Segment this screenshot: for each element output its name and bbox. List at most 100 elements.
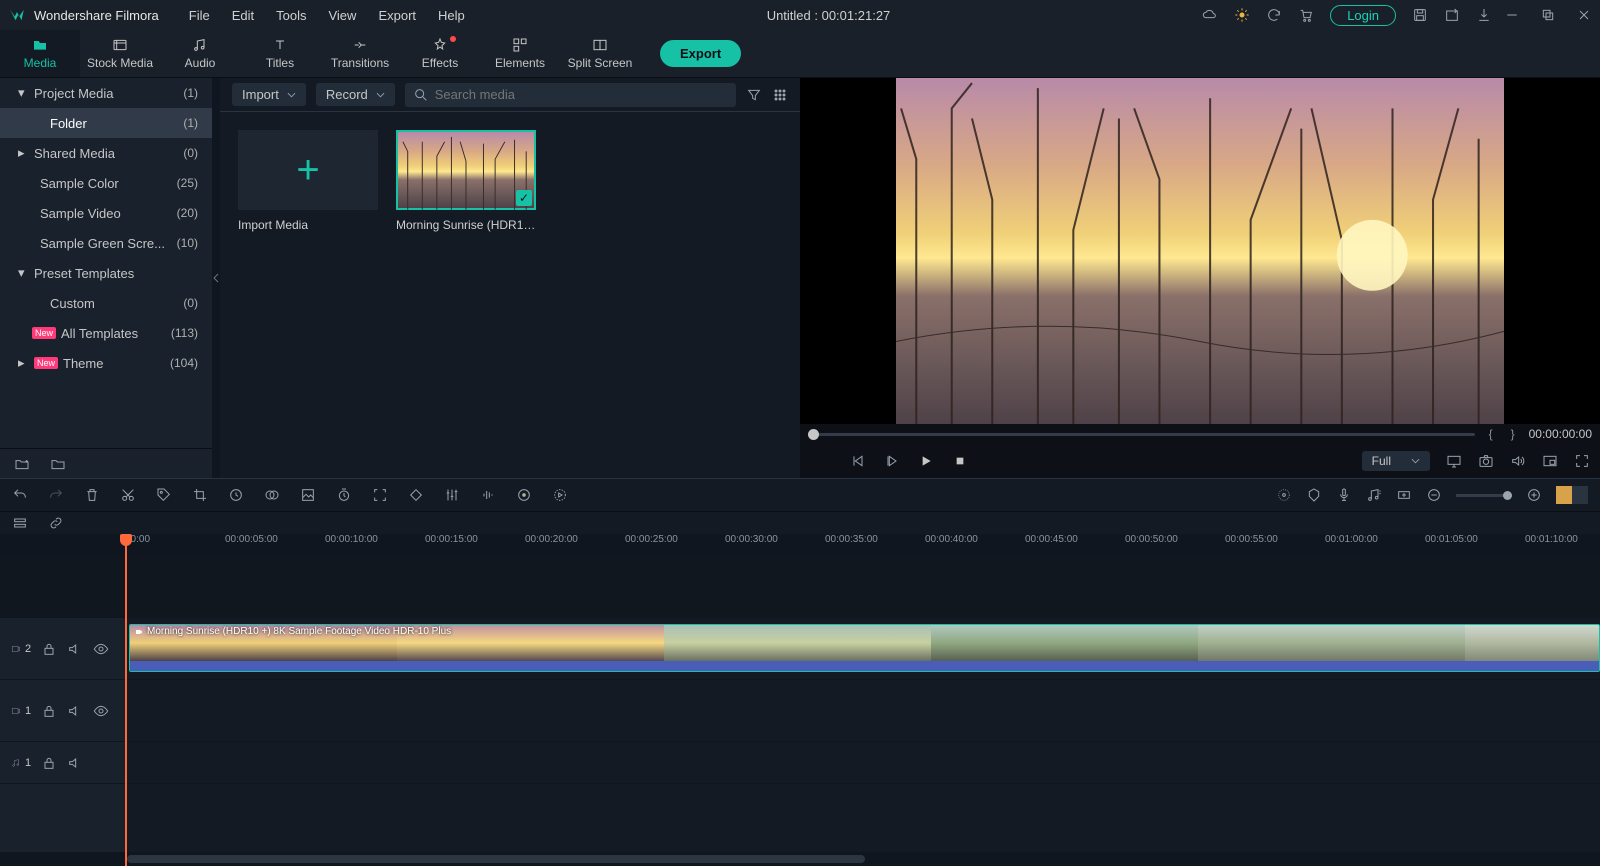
sidebar-item-project-media[interactable]: ▾ Project Media (1) — [0, 78, 212, 108]
tab-titles[interactable]: Titles — [240, 30, 320, 77]
prev-frame-icon[interactable] — [850, 453, 866, 469]
fullscreen-icon[interactable] — [1574, 453, 1590, 469]
menu-tools[interactable]: Tools — [266, 4, 316, 27]
audio-mixer-icon[interactable] — [1366, 487, 1382, 503]
menu-edit[interactable]: Edit — [222, 4, 264, 27]
marker-icon[interactable] — [1306, 487, 1322, 503]
track-manager-icon[interactable] — [12, 515, 28, 531]
new-folder-icon[interactable] — [14, 456, 30, 472]
sidebar-item-shared-media[interactable]: ▸ Shared Media (0) — [0, 138, 212, 168]
lock-icon[interactable] — [41, 703, 57, 719]
video-track-1[interactable] — [125, 680, 1600, 742]
tab-effects[interactable]: Effects — [400, 30, 480, 77]
sidebar-item-preset-templates[interactable]: ▾ Preset Templates — [0, 258, 212, 288]
eye-icon[interactable] — [93, 641, 109, 657]
search-media[interactable] — [405, 83, 736, 107]
scrub-knob[interactable] — [808, 429, 819, 440]
record-dropdown[interactable]: Record — [316, 83, 395, 106]
tab-split-screen[interactable]: Split Screen — [560, 30, 640, 77]
cart-icon[interactable] — [1298, 7, 1314, 23]
track-header-v1[interactable]: 1 — [0, 680, 125, 742]
grid-view-icon[interactable] — [772, 87, 788, 103]
scrub-track[interactable] — [808, 433, 1475, 436]
display-icon[interactable] — [1446, 453, 1462, 469]
filter-icon[interactable] — [746, 87, 762, 103]
update-icon[interactable] — [1266, 7, 1282, 23]
sidebar-item-sample-video[interactable]: Sample Video (20) — [0, 198, 212, 228]
adjust-icon[interactable] — [444, 487, 460, 503]
video-track-2[interactable]: Morning Sunrise (HDR10 +) 8K Sample Foot… — [125, 618, 1600, 680]
export-button[interactable]: Export — [660, 40, 741, 67]
download-icon[interactable] — [1476, 7, 1492, 23]
sidebar-item-theme[interactable]: ▸ New Theme (104) — [0, 348, 212, 378]
tracks-area[interactable]: Morning Sunrise (HDR10 +) 8K Sample Foot… — [125, 556, 1600, 852]
tab-transitions[interactable]: Transitions — [320, 30, 400, 77]
tab-audio[interactable]: Audio — [160, 30, 240, 77]
eye-icon[interactable] — [93, 703, 109, 719]
search-input[interactable] — [435, 87, 728, 102]
import-media-card[interactable]: + Import Media — [238, 130, 378, 232]
login-button[interactable]: Login — [1330, 5, 1396, 26]
undo-icon[interactable] — [12, 487, 28, 503]
detect-icon[interactable] — [372, 487, 388, 503]
menu-file[interactable]: File — [179, 4, 220, 27]
duration-icon[interactable] — [336, 487, 352, 503]
crop-icon[interactable] — [192, 487, 208, 503]
zoom-slider[interactable] — [1456, 494, 1512, 497]
sidebar-item-sample-color[interactable]: Sample Color (25) — [0, 168, 212, 198]
mute-icon[interactable] — [67, 703, 83, 719]
mark-in-icon[interactable]: { — [1485, 427, 1497, 441]
mark-out-icon[interactable]: } — [1507, 427, 1519, 441]
track-header-a1[interactable]: 1 — [0, 742, 125, 784]
maximize-icon[interactable] — [1540, 7, 1556, 23]
timeline-clip[interactable]: Morning Sunrise (HDR10 +) 8K Sample Foot… — [129, 624, 1600, 672]
pip-icon[interactable] — [1542, 453, 1558, 469]
mixer-icon[interactable] — [1276, 487, 1292, 503]
render-icon[interactable] — [552, 487, 568, 503]
thumbnail-size-toggle[interactable] — [1556, 486, 1588, 504]
playhead[interactable] — [125, 534, 127, 866]
sidebar-item-custom[interactable]: Custom (0) — [0, 288, 212, 318]
menu-help[interactable]: Help — [428, 4, 475, 27]
sidebar-item-sample-greenscreen[interactable]: Sample Green Scre... (10) — [0, 228, 212, 258]
tips-icon[interactable] — [1234, 7, 1250, 23]
mute-icon[interactable] — [67, 755, 83, 771]
cloud-icon[interactable] — [1202, 7, 1218, 23]
preview-viewport[interactable] — [800, 78, 1600, 424]
tab-media[interactable]: Media — [0, 30, 80, 77]
keyframe-icon[interactable] — [408, 487, 424, 503]
tab-stock-media[interactable]: Stock Media — [80, 30, 160, 77]
tab-elements[interactable]: Elements — [480, 30, 560, 77]
menu-view[interactable]: View — [318, 4, 366, 27]
play-reverse-icon[interactable] — [884, 453, 900, 469]
add-track-icon[interactable] — [1396, 487, 1412, 503]
preview-quality-dropdown[interactable]: Full — [1362, 451, 1430, 471]
close-icon[interactable] — [1576, 7, 1592, 23]
greenscreen-icon[interactable] — [300, 487, 316, 503]
timeline-ruler[interactable]: 00:0000:00:05:0000:00:10:0000:00:15:0000… — [0, 534, 1600, 556]
sidebar-splitter[interactable] — [212, 78, 220, 478]
voiceover-icon[interactable] — [1336, 487, 1352, 503]
delete-icon[interactable] — [84, 487, 100, 503]
lock-icon[interactable] — [41, 755, 57, 771]
mute-icon[interactable] — [67, 641, 83, 657]
speed-icon[interactable] — [228, 487, 244, 503]
track-header-v2[interactable]: 2 — [0, 618, 125, 680]
audio-track-1[interactable] — [125, 742, 1600, 784]
audio-levels-icon[interactable] — [480, 487, 496, 503]
lock-icon[interactable] — [41, 641, 57, 657]
open-icon[interactable] — [1444, 7, 1460, 23]
stop-icon[interactable] — [952, 453, 968, 469]
timeline-hscrollbar[interactable] — [0, 852, 1600, 866]
redo-icon[interactable] — [48, 487, 64, 503]
minimize-icon[interactable] — [1504, 7, 1520, 23]
color-icon[interactable] — [264, 487, 280, 503]
sidebar-item-folder[interactable]: Folder (1) — [0, 108, 212, 138]
snapshot-icon[interactable] — [1478, 453, 1494, 469]
link-icon[interactable] — [48, 515, 64, 531]
menu-export[interactable]: Export — [368, 4, 426, 27]
tag-icon[interactable] — [156, 487, 172, 503]
zoom-knob[interactable] — [1503, 491, 1512, 500]
save-icon[interactable] — [1412, 7, 1428, 23]
motion-tracking-icon[interactable] — [516, 487, 532, 503]
